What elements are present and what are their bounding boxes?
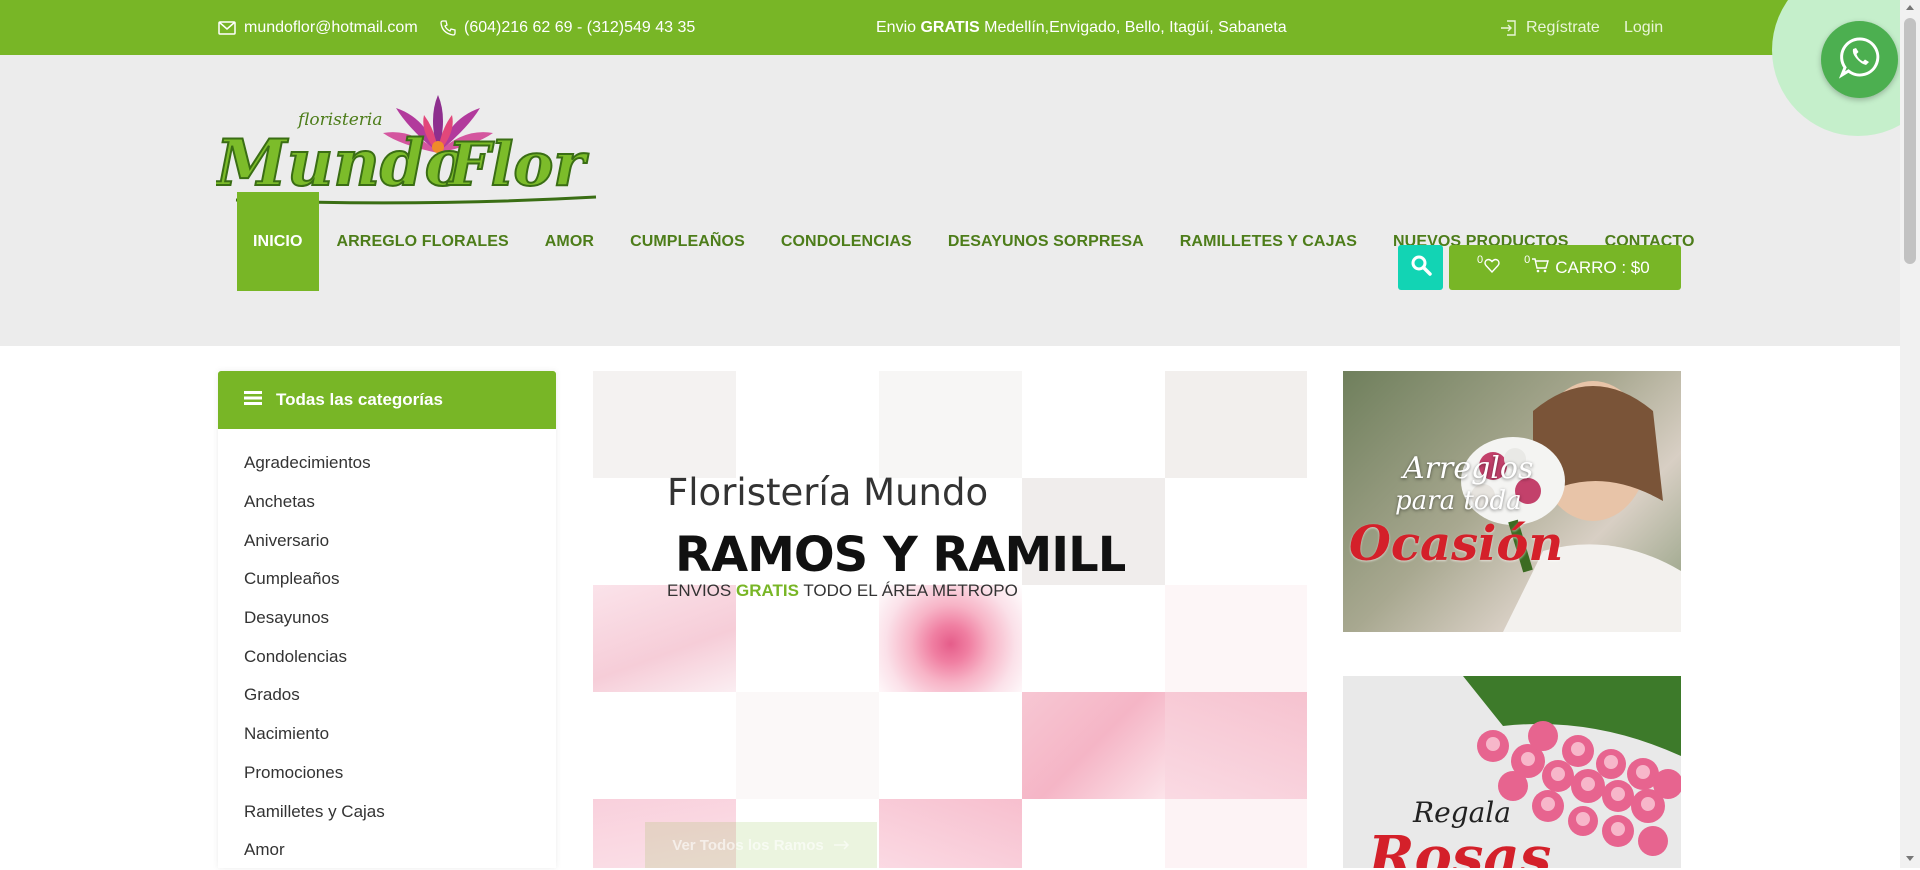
slider-tile [879,799,1022,868]
scroll-down-icon[interactable] [1906,856,1914,861]
categories-panel: Todas las categorías Agradecimientos Anc… [218,371,556,868]
slider-tagline: ENVIOS GRATIS TODO EL ÁREA METROPO [667,581,1017,601]
slider-tile [593,371,736,478]
login-text: Login [1624,18,1664,36]
slider-subtitle: Floristería Mundo F [667,471,987,514]
slider-tile [1165,585,1307,692]
search-button[interactable] [1398,245,1443,290]
banner-2-line-2: Rosas [1368,824,1552,868]
slider-tag-2: TODO EL ÁREA METROPO [798,581,1017,600]
shipping-prefix: Envio [876,18,921,36]
logo-text-2: Flor [446,130,589,200]
category-anchetas[interactable]: Anchetas [244,483,556,522]
register-link[interactable]: Regístrate [1500,0,1600,55]
whatsapp-button[interactable] [1821,21,1898,98]
banner-1-line-1: Arreglos [1403,451,1534,486]
nav-item-desayunos-sorpresa[interactable]: DESAYUNOS SORPRESA [930,192,1162,291]
banner-arreglos[interactable]: Arreglos para toda Ocasión [1343,371,1681,632]
nav-item-inicio[interactable]: INICIO [237,192,319,291]
shipping-notice: Envio GRATIS Medellín,Envigado, Bello, I… [876,0,1287,55]
slider-tag-highlight: GRATIS [735,581,799,600]
banner-1-line-2: para toda [1395,486,1522,516]
top-bar: mundoflor@hotmail.com (604)216 62 69 - (… [0,0,1900,55]
slider-tile [879,371,1022,478]
banner-1-line-3: Ocasión [1349,516,1564,572]
rose-image-tile [879,585,1022,692]
banner-rosas[interactable]: Regala Rosas [1343,676,1681,868]
category-cumpleanos[interactable]: Cumpleaños [244,560,556,599]
arrow-right-icon [833,837,850,854]
login-arrow-icon [1500,19,1518,37]
scrollbar-thumb[interactable] [1904,18,1916,264]
register-text: Regístrate [1526,18,1600,36]
heart-icon[interactable] [1484,258,1500,278]
cart-count: 0 [1524,253,1531,266]
envelope-icon [218,20,236,35]
slider-tile [1165,799,1307,868]
nav-item-amor[interactable]: AMOR [527,192,612,291]
category-aniversario[interactable]: Aniversario [244,521,556,560]
email-link[interactable]: mundoflor@hotmail.com [218,0,418,55]
cart-label: CARRO : $0 [1555,257,1650,277]
slider-tile [1165,371,1307,478]
phone-icon [440,19,456,36]
shipping-bold: GRATIS [920,18,980,36]
nav-item-condolencias[interactable]: CONDOLENCIAS [763,192,930,291]
scroll-up-icon[interactable] [1906,5,1914,10]
categories-list: Agradecimientos Anchetas Aniversario Cum… [218,444,556,870]
slider-tile [593,585,736,692]
category-grados[interactable]: Grados [244,676,556,715]
slider-title: RAMOS Y RAMILLET [675,527,1125,583]
nav-item-ramilletes-y-cajas[interactable]: RAMILLETES Y CAJAS [1162,192,1375,291]
slider-tag-1: ENVIOS [667,581,736,600]
slider-tile [1022,692,1165,799]
hero-slider[interactable]: Floristería Mundo F RAMOS Y RAMILLET ENV… [593,371,1307,868]
view-all-bouquets-button[interactable]: Ver Todos los Ramos [645,822,877,868]
page-scrollbar[interactable] [1900,0,1920,868]
category-agradecimientos[interactable]: Agradecimientos [244,444,556,483]
view-all-bouquets-label: Ver Todos los Ramos [672,836,824,854]
categories-title: Todas las categorías [276,390,443,409]
category-nacimiento[interactable]: Nacimiento [244,715,556,754]
category-condolencias[interactable]: Condolencias [244,637,556,676]
menu-icon [244,390,262,410]
email-text: mundoflor@hotmail.com [244,18,418,36]
nav-item-cumpleanos[interactable]: CUMPLEAÑOS [612,192,763,291]
nav-item-arreglo-florales[interactable]: ARREGLO FLORALES [319,192,527,291]
cart-button[interactable]: 0 0 CARRO : $0 [1449,245,1681,290]
site-header: floristeria Mundo Flor INICIO ARREGLO FL… [0,55,1900,346]
categories-header[interactable]: Todas las categorías [218,371,556,429]
category-promociones[interactable]: Promociones [244,754,556,793]
whatsapp-icon [1838,35,1882,84]
login-link[interactable]: Login [1624,0,1663,55]
cart-icon [1531,257,1550,278]
phone-text: (604)216 62 69 - (312)549 43 35 [464,18,696,36]
search-icon [1410,254,1432,281]
logo-text-1: Mundo [216,126,467,201]
phone-link[interactable]: (604)216 62 69 - (312)549 43 35 [440,0,695,55]
shipping-suffix: Medellín,Envigado, Bello, Itagüí, Sabane… [979,18,1287,36]
category-ramilletes-y-cajas[interactable]: Ramilletes y Cajas [244,792,556,831]
category-desayunos[interactable]: Desayunos [244,599,556,638]
wishlist-count: 0 [1477,253,1484,266]
slider-tile [736,692,879,799]
category-amor[interactable]: Amor [244,831,556,870]
slider-tile [1165,692,1307,799]
